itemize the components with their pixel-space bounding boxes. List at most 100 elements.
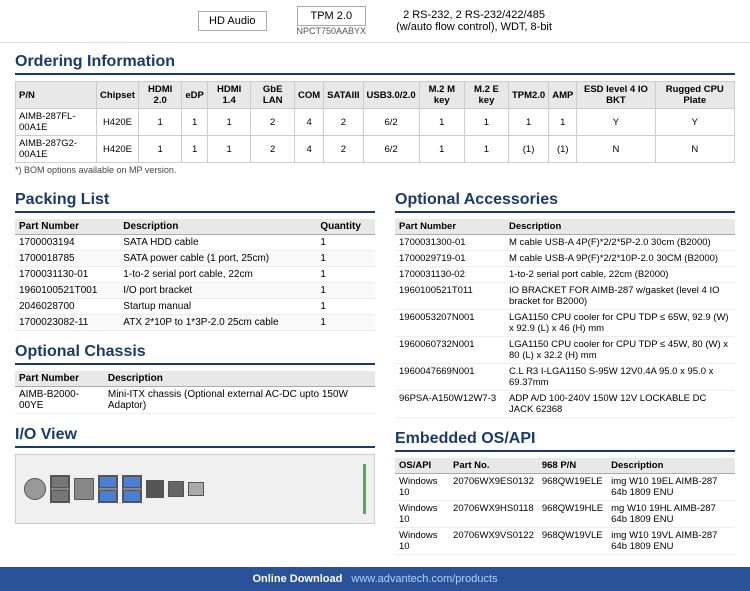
ordering-cell: 1	[419, 109, 464, 136]
packing-cell: 1	[316, 299, 375, 315]
ordering-cell: 4	[295, 109, 324, 136]
os-cell: Windows 10	[395, 528, 449, 555]
right-column: Optional Accessories Part Number Descrip…	[395, 191, 735, 567]
packing-row: 1700023082-11ATX 2*10P to 1*3P-2.0 25cm …	[15, 315, 375, 331]
optional-accessories-section: Optional Accessories Part Number Descrip…	[395, 191, 735, 418]
packing-header: Part Number Description Quantity	[15, 219, 375, 235]
packing-row: 1960100521T001I/O port bracket1	[15, 283, 375, 299]
io-usb-group2	[98, 475, 118, 503]
col-chipset: Chipset	[97, 82, 139, 109]
accessories-row: 1700031130-021-to-2 serial port cable, 2…	[395, 267, 735, 283]
io-usb-blue3	[123, 476, 141, 488]
ordering-table: P/N Chipset HDMI 2.0 eDP HDMI 1.4 GbE LA…	[15, 81, 735, 163]
ordering-header-row: P/N Chipset HDMI 2.0 eDP HDMI 1.4 GbE LA…	[16, 82, 735, 109]
embedded-os-title: Embedded OS/API	[395, 430, 735, 452]
os-cell: 20706WX9ES0132	[449, 474, 538, 501]
col-sata: SATAIII	[324, 82, 363, 109]
os-cell: 968QW19VLE	[538, 528, 607, 555]
accessories-cell: IO BRACKET FOR AIMB-287 w/gasket (level …	[505, 283, 735, 310]
accessories-cell: LGA1150 CPU cooler for CPU TDP ≤ 65W, 92…	[505, 310, 735, 337]
ordering-section: Ordering Information P/N Chipset HDMI 2.…	[0, 43, 750, 181]
col-esd: ESD level 4 IO BKT	[577, 82, 655, 109]
io-dp-port	[168, 481, 184, 497]
accessories-cell: 1960053207N001	[395, 310, 505, 337]
packing-cell: ATX 2*10P to 1*3P-2.0 25cm cable	[119, 315, 316, 331]
left-column: Packing List Part Number Description Qua…	[15, 191, 375, 567]
accessories-cell: ADP A/D 100-240V 150W 12V LOCKABLE DC JA…	[505, 391, 735, 418]
col-m2m: M.2 M key	[419, 82, 464, 109]
download-url: www.advantech.com/products	[351, 573, 497, 585]
ordering-cell: 1	[508, 109, 548, 136]
io-usb-group1	[50, 475, 70, 503]
packing-cell: 2046028700	[15, 299, 119, 315]
ordering-cell: 1	[182, 109, 207, 136]
packing-cell: 1	[316, 315, 375, 331]
ordering-cell: 2	[251, 109, 295, 136]
ordering-cell: H420E	[97, 136, 139, 163]
ordering-cell: H420E	[97, 109, 139, 136]
io-usb-blue4	[123, 490, 141, 502]
packing-cell: SATA power cable (1 port, 25cm)	[119, 251, 316, 267]
col-part-num: Part Number	[15, 219, 119, 235]
io-hdmi-port	[146, 480, 164, 498]
io-com-port	[188, 482, 204, 496]
col-os: OS/API	[395, 458, 449, 474]
col-hdmi14: HDMI 1.4	[207, 82, 251, 109]
ordering-cell: 1	[419, 136, 464, 163]
os-cell: 20706WX9VS0122	[449, 528, 538, 555]
top-bar: HD Audio TPM 2.0 NPCT750AABYX 2 RS-232, …	[0, 0, 750, 43]
accessories-cell: 96PSA-A150W12W7-3	[395, 391, 505, 418]
accessories-cell: M cable USB-A 4P(F)*2/2*5P-2.0 30cm (B20…	[505, 235, 735, 251]
accessories-row: 1700031300-01M cable USB-A 4P(F)*2/2*5P-…	[395, 235, 735, 251]
os-cell: img W10 19EL AIMB-287 64b 1809 ENU	[607, 474, 735, 501]
accessories-row: 1960053207N001LGA1150 CPU cooler for CPU…	[395, 310, 735, 337]
optional-chassis-title: Optional Chassis	[15, 343, 375, 365]
ordering-cell: Y	[655, 109, 734, 136]
accessories-cell: C.L R3 I-LGA1150 S-95W 12V0.4A 95.0 x 95…	[505, 364, 735, 391]
optional-accessories-table: Part Number Description 1700031300-01M c…	[395, 219, 735, 418]
packing-cell: 1700031130-01	[15, 267, 119, 283]
col-hdmi20: HDMI 2.0	[138, 82, 182, 109]
packing-cell: 1700018785	[15, 251, 119, 267]
os-table: OS/API Part No. 968 P/N Description Wind…	[395, 458, 735, 555]
io-usb-blue1	[99, 476, 117, 488]
packing-row: 1700003194SATA HDD cable1	[15, 235, 375, 251]
col-qty: Quantity	[316, 219, 375, 235]
accessories-cell: 1960060732N001	[395, 337, 505, 364]
accessories-header: Part Number Description	[395, 219, 735, 235]
col-part: Part Number	[15, 371, 104, 387]
ordering-cell: Y	[577, 109, 655, 136]
packing-cell: 1	[316, 267, 375, 283]
optional-accessories-title: Optional Accessories	[395, 191, 735, 213]
col-desc: Description	[119, 219, 316, 235]
ordering-row: AIMB-287FL-00A1EH420E1112426/21111YY	[16, 109, 735, 136]
accessories-cell: LGA1150 CPU cooler for CPU TDP ≤ 45W, 80…	[505, 337, 735, 364]
ordering-cell: (1)	[508, 136, 548, 163]
optional-chassis-table: Part Number Description AIMB-B2000-00YEM…	[15, 371, 375, 414]
col-gbelan: GbE LAN	[251, 82, 295, 109]
optional-chassis-section: Optional Chassis Part Number Description…	[15, 343, 375, 414]
os-cell: img W10 19VL AIMB-287 64b 1809 ENU	[607, 528, 735, 555]
ordering-row: AIMB-287G2-00A1EH420E1112426/211(1)(1)NN	[16, 136, 735, 163]
os-cell: 968QW19HLE	[538, 501, 607, 528]
io-usb2	[51, 490, 69, 502]
accessories-cell: 1-to-2 serial port cable, 22cm (B2000)	[505, 267, 735, 283]
packing-list-title: Packing List	[15, 191, 375, 213]
col-edp: eDP	[182, 82, 207, 109]
col-m2e: M.2 E key	[464, 82, 508, 109]
ordering-cell: N	[655, 136, 734, 163]
os-cell: 968QW19ELE	[538, 474, 607, 501]
ordering-cell: 1	[549, 109, 577, 136]
chassis-header: Part Number Description	[15, 371, 375, 387]
os-header: OS/API Part No. 968 P/N Description	[395, 458, 735, 474]
accessories-cell: 1700029719-01	[395, 251, 505, 267]
accessories-cell: 1700031300-01	[395, 235, 505, 251]
accessories-row: 96PSA-A150W12W7-3ADP A/D 100-240V 150W 1…	[395, 391, 735, 418]
col-desc: Description	[607, 458, 735, 474]
rs232-badge: 2 RS-232, 2 RS-232/422/485 (w/auto flow …	[396, 9, 552, 33]
ordering-cell: 6/2	[363, 109, 419, 136]
io-ps2-port	[24, 478, 46, 500]
accessories-cell: 1960047669N001	[395, 364, 505, 391]
accessories-cell: M cable USB-A 9P(F)*2/2*10P-2.0 30CM (B2…	[505, 251, 735, 267]
col-part: Part Number	[395, 219, 505, 235]
